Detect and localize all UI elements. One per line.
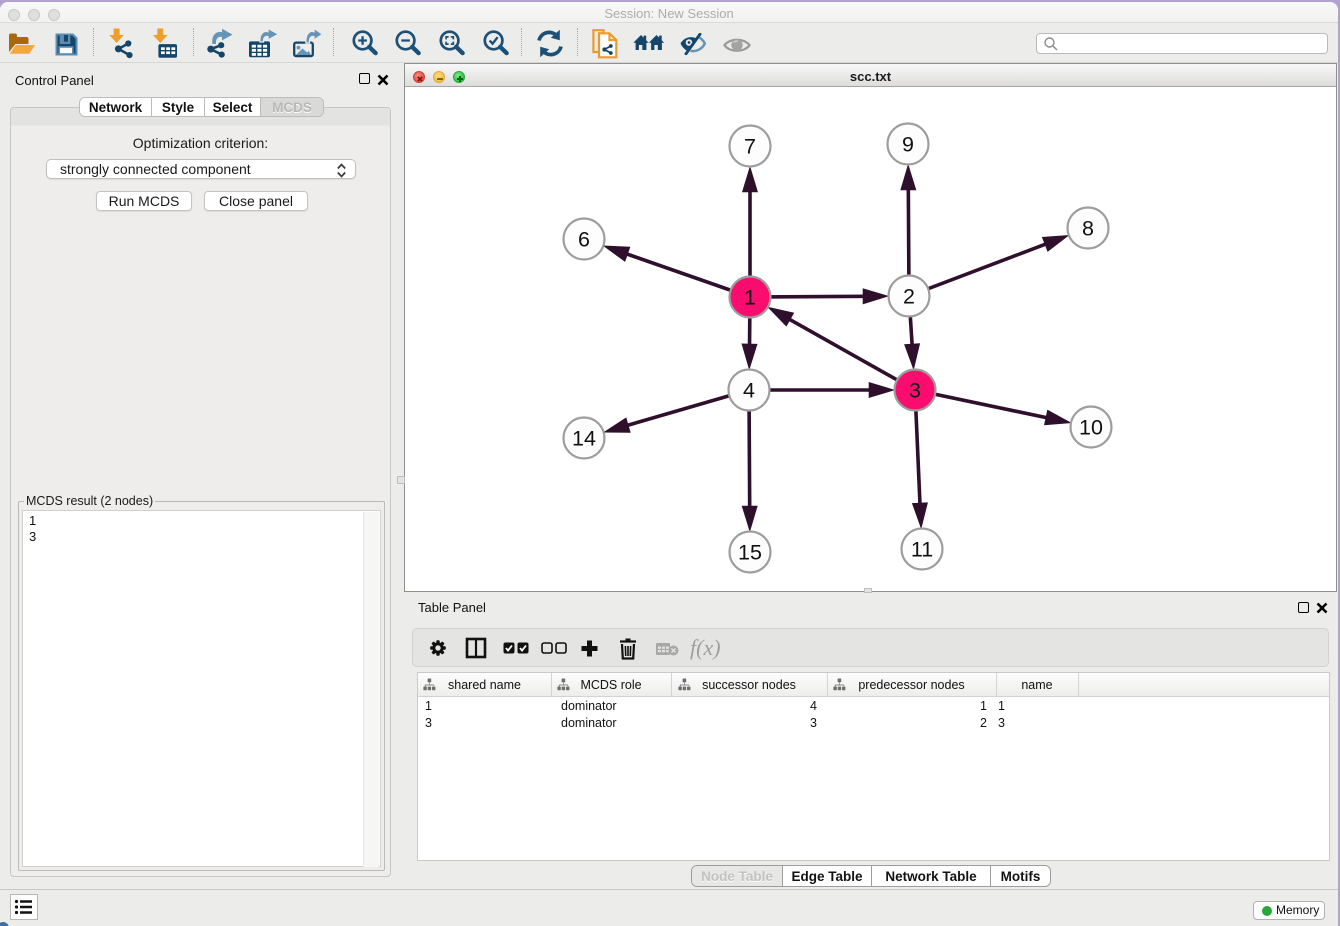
svg-text:14: 14 (572, 427, 596, 451)
svg-text:10: 10 (1079, 416, 1103, 440)
svg-text:8: 8 (1082, 217, 1094, 241)
svg-text:4: 4 (743, 379, 755, 403)
svg-text:11: 11 (911, 538, 933, 562)
svg-text:15: 15 (738, 541, 762, 565)
svg-text:7: 7 (744, 135, 756, 159)
svg-text:3: 3 (909, 379, 921, 403)
svg-text:1: 1 (744, 286, 756, 310)
svg-text:2: 2 (903, 285, 915, 309)
svg-text:9: 9 (902, 133, 914, 157)
svg-text:6: 6 (578, 228, 590, 252)
